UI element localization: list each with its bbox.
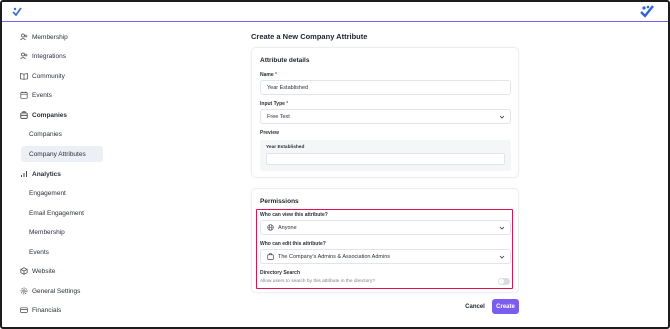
sidebar-item-companies[interactable]: Companies xyxy=(20,108,67,122)
preview-box: Year Established xyxy=(260,140,511,171)
app-logo-icon[interactable] xyxy=(12,6,22,16)
bar-chart-icon xyxy=(20,170,28,178)
preview-field-input[interactable] xyxy=(266,153,505,165)
sidebar-item-membership[interactable]: Membership xyxy=(20,30,68,44)
book-icon xyxy=(20,72,28,80)
name-input[interactable]: Year Established xyxy=(260,80,511,95)
sidebar-item-label: Companies xyxy=(29,130,62,138)
name-input-value: Year Established xyxy=(267,84,309,91)
sidebar-item-label: Integrations xyxy=(32,52,66,60)
sidebar-item-label: Events xyxy=(32,91,52,99)
input-type-select[interactable]: Free Text xyxy=(260,109,511,124)
sidebar-item-general-settings[interactable]: General Settings xyxy=(20,284,80,298)
input-type-value: Free Text xyxy=(267,113,290,120)
sidebar-item-label: Events xyxy=(29,248,49,256)
sidebar-item-events[interactable]: Events xyxy=(20,88,52,102)
sidebar-subitem-email-engagement[interactable]: Email Engagement xyxy=(29,206,84,220)
create-button[interactable]: Create xyxy=(492,299,519,314)
name-label-text: Name xyxy=(260,72,274,78)
sidebar-item-label: Membership xyxy=(29,228,65,236)
preview-label: Preview xyxy=(260,130,279,136)
sidebar-item-label: Website xyxy=(32,267,56,275)
sidebar-item-financials[interactable]: Financials xyxy=(20,303,61,317)
sidebar-subitem-membership[interactable]: Membership xyxy=(29,225,65,239)
sidebar-subitem-company-attributes[interactable]: Company Attributes xyxy=(29,147,86,161)
required-mark: * xyxy=(286,101,289,107)
sidebar-item-community[interactable]: Community xyxy=(20,69,65,83)
card-title: Permissions xyxy=(260,198,299,205)
sidebar-item-label: Financials xyxy=(32,306,62,314)
top-bar xyxy=(2,2,668,22)
sidebar-item-integrations[interactable]: Integrations xyxy=(20,49,66,63)
sidebar-item-label: Analytics xyxy=(32,170,61,178)
gear-icon xyxy=(20,287,28,295)
chevron-down-icon xyxy=(499,115,505,119)
sidebar: Membership Integrations Community Events… xyxy=(2,23,122,327)
card-title: Attribute details xyxy=(260,57,310,64)
preview-field-label: Year Established xyxy=(266,145,305,150)
name-label: Name * xyxy=(260,72,277,78)
globe-icon xyxy=(20,267,28,275)
sidebar-item-label: Email Engagement xyxy=(29,209,84,217)
input-type-label-text: Input Type xyxy=(260,101,285,107)
sidebar-item-label: Companies xyxy=(32,111,68,119)
permissions-highlight-box xyxy=(256,209,513,289)
sidebar-subitem-companies[interactable]: Companies xyxy=(29,127,62,141)
sidebar-item-label: Company Attributes xyxy=(29,150,86,158)
card-icon xyxy=(20,306,28,314)
building-icon xyxy=(20,111,28,119)
app-window: Membership Integrations Community Events… xyxy=(0,0,670,329)
attribute-details-card: Attribute details Name * Year Establishe… xyxy=(251,47,519,178)
input-type-label: Input Type * xyxy=(260,101,288,107)
sidebar-item-label: Engagement xyxy=(29,189,66,197)
sidebar-item-analytics[interactable]: Analytics xyxy=(20,167,61,181)
sidebar-subitem-engagement[interactable]: Engagement xyxy=(29,186,66,200)
sidebar-item-label: General Settings xyxy=(32,287,81,295)
calendar-icon xyxy=(20,91,28,99)
sidebar-item-label: Community xyxy=(32,72,65,80)
sidebar-item-label: Membership xyxy=(32,33,68,41)
sidebar-item-website[interactable]: Website xyxy=(20,264,55,278)
required-mark: * xyxy=(275,72,277,78)
sidebar-subitem-events[interactable]: Events xyxy=(29,245,49,259)
cancel-button[interactable]: Cancel xyxy=(462,300,488,314)
page-title: Create a New Company Attribute xyxy=(251,32,368,41)
brand-logo-icon[interactable] xyxy=(640,4,654,18)
users-icon xyxy=(20,52,28,60)
users-icon xyxy=(20,33,28,41)
